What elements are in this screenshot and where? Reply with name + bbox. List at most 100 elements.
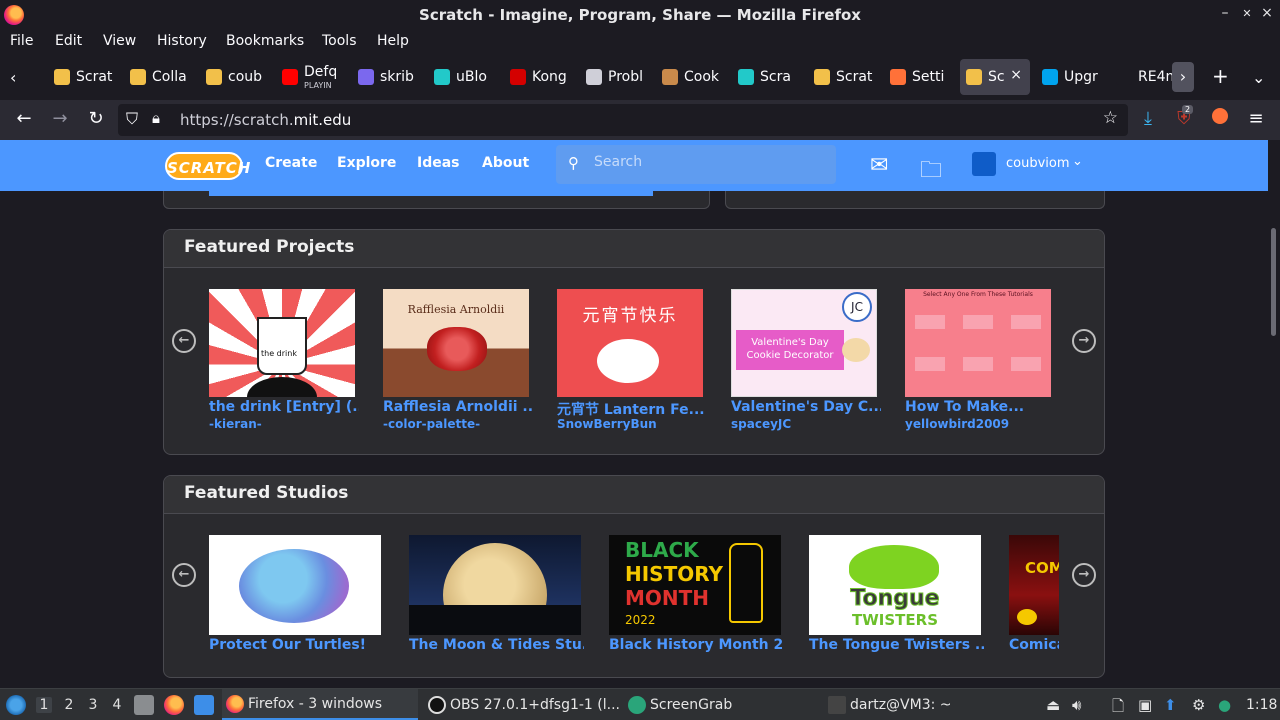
- my-stuff-folder-icon[interactable]: 🗀: [920, 153, 942, 191]
- menu-view[interactable]: View: [103, 33, 136, 49]
- tabs-scroll-left-icon[interactable]: ‹: [10, 68, 16, 87]
- tab-4[interactable]: Defq PLAYIN: [276, 59, 350, 95]
- tracking-protection-shield-icon[interactable]: ⛉: [126, 109, 138, 129]
- project-title[interactable]: 元宵节 Lantern Fe...: [557, 399, 707, 419]
- nav-create[interactable]: Create: [265, 155, 317, 171]
- tab-13[interactable]: Sc ×: [960, 59, 1030, 95]
- project-thumbnail[interactable]: Valentine's Day Cookie Decorator JC: [731, 289, 877, 397]
- file-manager-icon[interactable]: [134, 695, 154, 715]
- task-screengrab[interactable]: ScreenGrab: [624, 689, 820, 720]
- workspace-1[interactable]: 1: [36, 697, 52, 713]
- close-button[interactable]: ×: [1258, 5, 1276, 21]
- studio-title[interactable]: The Tongue Twisters ...: [809, 637, 984, 653]
- workspace-2[interactable]: 2: [61, 697, 77, 713]
- menu-edit[interactable]: Edit: [55, 33, 82, 49]
- studios-prev-arrow-icon[interactable]: ←: [172, 563, 196, 587]
- studio-title[interactable]: Black History Month 2...: [609, 637, 784, 653]
- project-author[interactable]: SnowBerryBun: [557, 417, 657, 431]
- studio-thumbnail[interactable]: BLACK HISTORY MONTH 2022: [609, 535, 781, 635]
- clock[interactable]: 1:18: [1246, 697, 1277, 713]
- bookmark-star-icon[interactable]: ☆: [1103, 108, 1118, 128]
- tab-3[interactable]: coub: [200, 59, 274, 95]
- project-thumbnail[interactable]: the drink: [209, 289, 355, 397]
- tab-15[interactable]: RE4mD: [1110, 59, 1172, 95]
- messages-envelope-icon[interactable]: ✉: [870, 153, 888, 178]
- menu-help[interactable]: Help: [377, 33, 409, 49]
- tab-11[interactable]: Scrat: [808, 59, 882, 95]
- project-thumbnail[interactable]: 元宵节快乐: [557, 289, 703, 397]
- project-author[interactable]: -kieran-: [209, 417, 262, 431]
- tab-2[interactable]: Colla: [124, 59, 198, 95]
- studio-thumbnail[interactable]: COMI: [1009, 535, 1059, 635]
- project-title[interactable]: Rafflesia Arnoldii ...: [383, 399, 533, 415]
- reload-button[interactable]: ↻: [84, 108, 108, 129]
- scratch-search[interactable]: ⚲: [556, 145, 836, 184]
- tab-9[interactable]: Cook: [656, 59, 730, 95]
- lock-icon[interactable]: 🔒︎: [152, 109, 160, 127]
- minimize-button[interactable]: –: [1216, 5, 1234, 21]
- menu-file[interactable]: File: [10, 33, 33, 49]
- screengrab-tray-icon[interactable]: ●: [1218, 696, 1231, 714]
- tab-6[interactable]: uBlo: [428, 59, 502, 95]
- network-icon[interactable]: ⚙: [1192, 696, 1205, 714]
- project-author[interactable]: spaceyJC: [731, 417, 791, 431]
- tab-7[interactable]: Kong: [504, 59, 578, 95]
- project-title[interactable]: How To Make...: [905, 399, 1055, 415]
- start-menu-icon[interactable]: [6, 695, 26, 715]
- updates-icon[interactable]: ⬆: [1164, 696, 1177, 714]
- scratch-logo[interactable]: SCRATCH: [165, 152, 250, 180]
- tabs-scroll-right-icon[interactable]: ›: [1172, 62, 1194, 92]
- workspace-4[interactable]: 4: [109, 697, 125, 713]
- url-text[interactable]: https://scratch.mit.edu: [180, 111, 351, 129]
- notes-icon[interactable]: 🗋: [1112, 696, 1124, 720]
- workspace-3[interactable]: 3: [85, 697, 101, 713]
- project-title[interactable]: Valentine's Day C...: [731, 399, 881, 415]
- studio-title[interactable]: The Moon & Tides Stu...: [409, 637, 584, 653]
- task-obs[interactable]: OBS 27.0.1+dfsg1-1 (l...: [424, 689, 620, 720]
- volume-icon[interactable]: 🔊︎: [1072, 696, 1081, 714]
- task-terminal[interactable]: dartz@VM3: ~: [824, 689, 1020, 720]
- back-button[interactable]: ←: [12, 108, 36, 129]
- projects-prev-arrow-icon[interactable]: ←: [172, 329, 196, 353]
- studio-thumbnail[interactable]: [209, 535, 381, 635]
- studio-thumbnail[interactable]: Tongue TWISTERS: [809, 535, 981, 635]
- project-author[interactable]: yellowbird2009: [905, 417, 1009, 431]
- project-thumbnail[interactable]: Rafflesia Arnoldii: [383, 289, 529, 397]
- display-icon[interactable]: ▣: [1138, 696, 1152, 714]
- firefox-account-icon[interactable]: [1208, 108, 1232, 129]
- url-bar[interactable]: ⛉ 🔒︎ https://scratch.mit.edu ☆: [118, 104, 1128, 136]
- studio-thumbnail[interactable]: [409, 535, 581, 635]
- studios-next-arrow-icon[interactable]: →: [1072, 563, 1096, 587]
- new-tab-button[interactable]: +: [1212, 64, 1229, 88]
- studio-title[interactable]: Protect Our Turtles!: [209, 637, 384, 653]
- project-thumbnail[interactable]: Select Any One From These Tutorials: [905, 289, 1051, 397]
- nav-about[interactable]: About: [482, 155, 529, 171]
- list-all-tabs-icon[interactable]: ⌄: [1252, 68, 1265, 87]
- project-author[interactable]: -color-palette-: [383, 417, 480, 431]
- page-scrollbar-thumb[interactable]: [1271, 228, 1276, 336]
- downloads-icon[interactable]: ⤓: [1136, 108, 1160, 129]
- tab-8[interactable]: Probl: [580, 59, 654, 95]
- app-menu-icon[interactable]: ≡: [1244, 108, 1268, 129]
- tab-1[interactable]: Scrat: [48, 59, 122, 95]
- studio-title[interactable]: Comica: [1009, 637, 1059, 653]
- username[interactable]: coubviom: [1006, 156, 1070, 171]
- menu-history[interactable]: History: [157, 33, 207, 49]
- search-input[interactable]: [594, 154, 824, 170]
- tab-close-icon[interactable]: ×: [1010, 67, 1022, 83]
- tab-14[interactable]: Upgr: [1036, 59, 1110, 95]
- clipboard-icon[interactable]: ⏏: [1046, 696, 1060, 714]
- tab-10[interactable]: Scra: [732, 59, 806, 95]
- nav-explore[interactable]: Explore: [337, 155, 396, 171]
- tab-12[interactable]: Setti: [884, 59, 958, 95]
- firefox-launcher-icon[interactable]: [164, 695, 184, 715]
- project-title[interactable]: the drink [Entry] (...: [209, 399, 359, 415]
- menu-bookmarks[interactable]: Bookmarks: [226, 33, 304, 49]
- projects-next-arrow-icon[interactable]: →: [1072, 329, 1096, 353]
- forward-button[interactable]: →: [48, 108, 72, 129]
- maximize-button[interactable]: ✕: [1238, 7, 1256, 20]
- task-firefox[interactable]: Firefox - 3 windows: [222, 689, 418, 720]
- menu-tools[interactable]: Tools: [322, 33, 357, 49]
- avatar[interactable]: [972, 152, 996, 176]
- show-desktop-icon[interactable]: [194, 695, 214, 715]
